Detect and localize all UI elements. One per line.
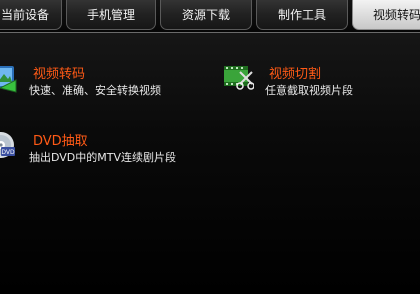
- tab-video-transcode[interactable]: 视频转码: [352, 0, 420, 30]
- feature-title: 视频切割: [269, 67, 322, 82]
- feature-video-convert[interactable]: 视频转码 快速、准确、安全转换视频: [0, 58, 200, 102]
- tab-resource-download[interactable]: 资源下载: [160, 0, 252, 30]
- feature-description: 任意截取视频片段: [265, 84, 353, 97]
- tab-label: 视频转码: [373, 8, 420, 22]
- video-cut-icon: [224, 64, 255, 96]
- tab-label: 资源下载: [181, 8, 230, 22]
- tab-label: 制作工具: [277, 8, 326, 22]
- tab-bar: 当前设备 手机管理 资源下载 制作工具 视频转码: [0, 0, 420, 33]
- tab-phone-management[interactable]: 手机管理: [66, 0, 156, 30]
- feature-description: 快速、准确、安全转换视频: [29, 84, 161, 97]
- svg-text:DVD: DVD: [1, 149, 15, 156]
- app-window: 当前设备 手机管理 资源下载 制作工具 视频转码 视频转码 快速、准确、安全转换…: [0, 0, 420, 294]
- feature-description: 抽出DVD中的MTV连续剧片段: [29, 151, 177, 164]
- dvd-icon: DVD: [0, 130, 16, 164]
- feature-title: 视频转码: [33, 67, 86, 82]
- feature-dvd-extract[interactable]: DVD DVD抽取 抽出DVD中的MTV连续剧片段: [0, 124, 200, 168]
- tab-current-device[interactable]: 当前设备: [0, 0, 62, 30]
- tab-label: 当前设备: [0, 8, 49, 22]
- video-convert-icon: [0, 62, 20, 98]
- feature-video-cut[interactable]: 视频切割 任意截取视频片段: [222, 58, 412, 102]
- tab-making-tools[interactable]: 制作工具: [256, 0, 348, 30]
- feature-title: DVD抽取: [33, 134, 88, 149]
- tab-label: 手机管理: [86, 8, 135, 22]
